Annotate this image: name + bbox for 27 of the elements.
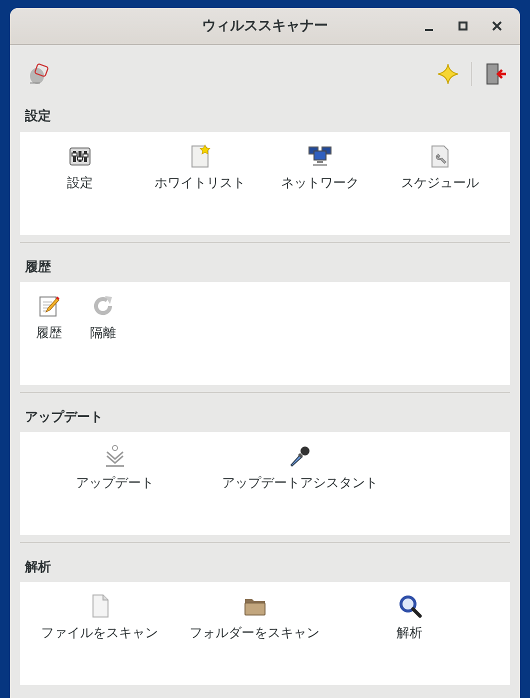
close-icon [492,21,502,31]
launcher-item[interactable]: フォルダーをスキャン [177,592,332,644]
launcher-item[interactable]: ネットワーク [260,142,380,194]
launcher-item[interactable]: アップデート [20,442,210,494]
search-icon [398,594,422,618]
window-title: ウィルススキャナー [202,17,328,35]
sparkle-icon [437,63,459,85]
minimize-icon [425,28,433,30]
launcher-item[interactable]: 隔離 [76,292,130,344]
launcher-item[interactable]: ファイルをスキャン [22,592,177,644]
dropper-icon [288,444,312,468]
section-heading: 設定 [24,108,52,126]
launcher-item[interactable]: 解析 [332,592,487,644]
reload-icon [91,294,115,318]
section-heading: 解析 [24,559,52,577]
launcher-item[interactable]: 履歴 [22,292,76,344]
exit-door-icon [484,62,508,86]
network-icon [308,144,332,168]
pencil-document-icon [37,294,61,318]
launcher-item[interactable]: 設定 [20,142,140,194]
launcher-item[interactable]: スケジュール [380,142,500,194]
section-heading: アップデート [24,408,104,427]
launcher-item[interactable]: ホワイトリスト [140,142,260,194]
maximize-icon [458,21,468,31]
download-icon [103,444,127,468]
launcher-item[interactable]: アップデートアシスタント [210,442,390,494]
section-heading: 履歴 [24,259,52,277]
